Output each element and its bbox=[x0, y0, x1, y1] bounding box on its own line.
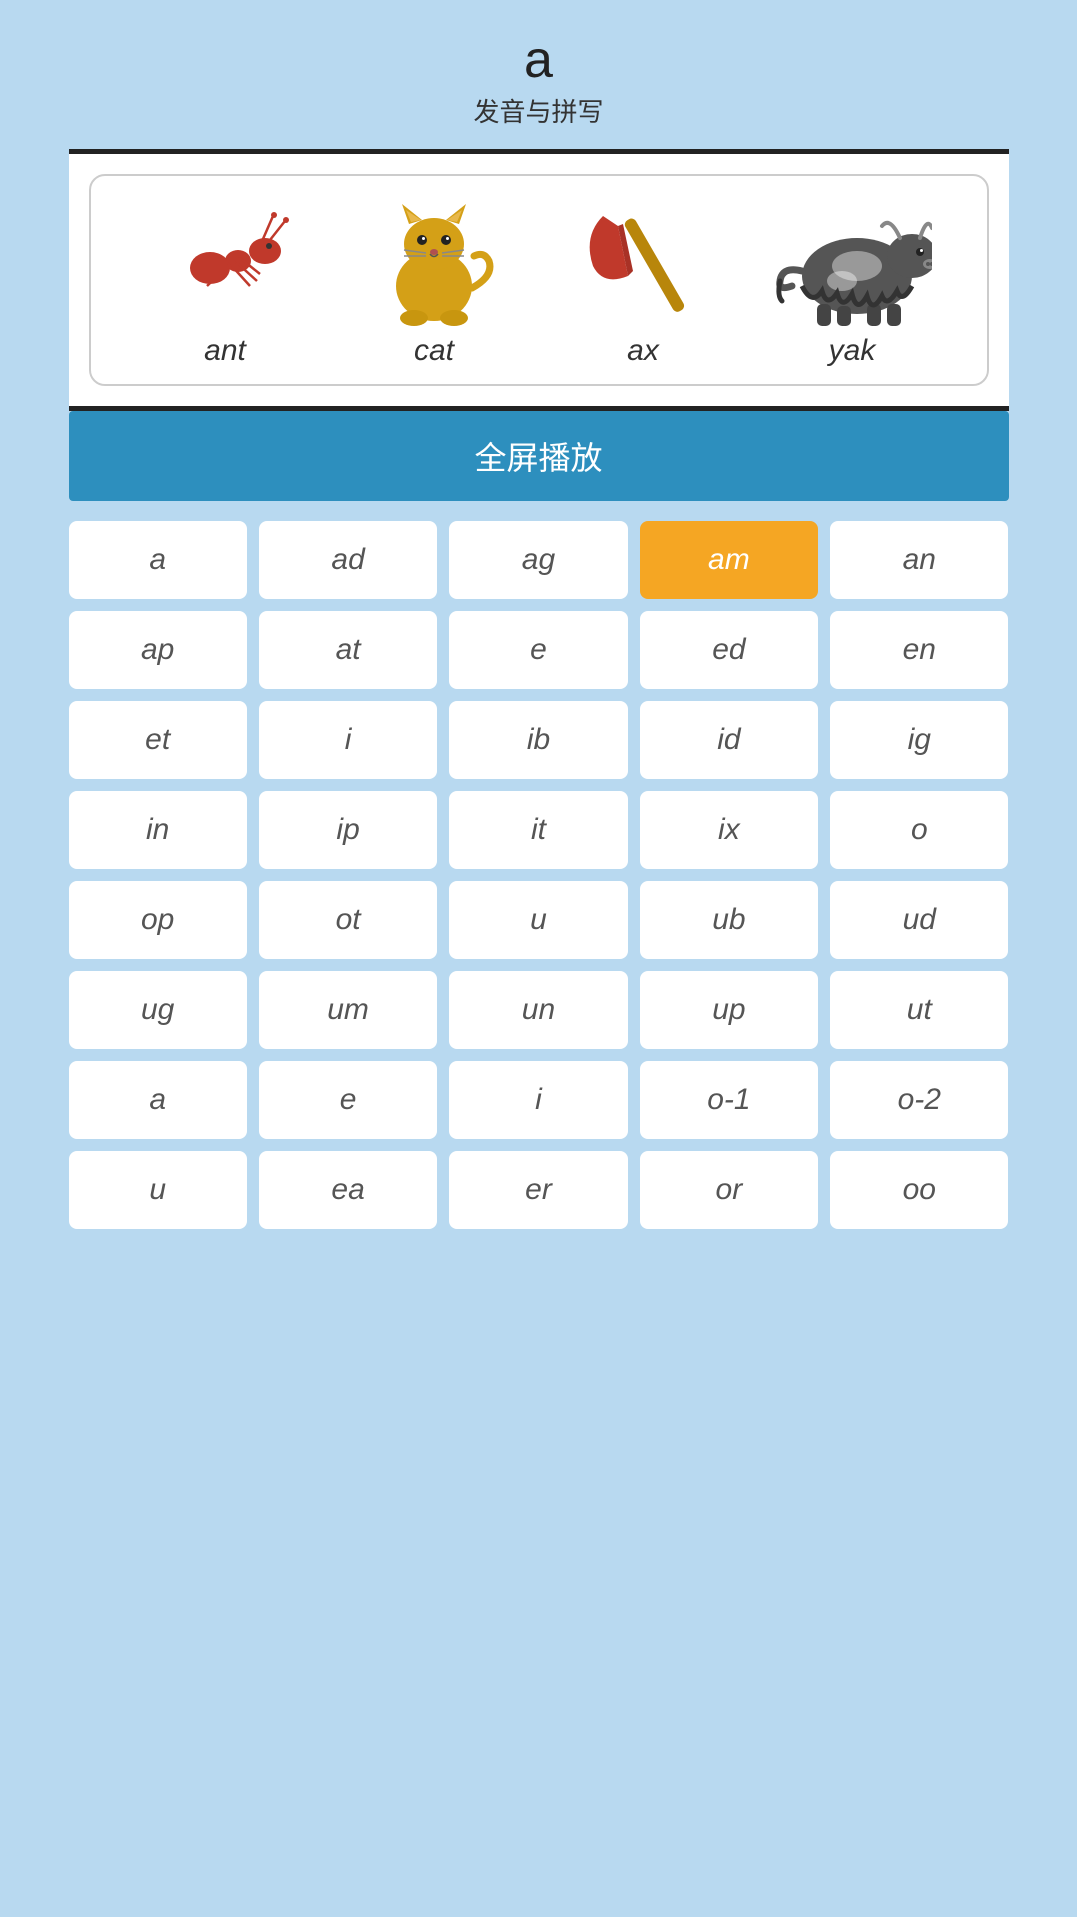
word-label-ax: ax bbox=[627, 334, 659, 368]
word-label-cat: cat bbox=[414, 334, 454, 368]
grid-btn-ap[interactable]: ap bbox=[69, 611, 247, 689]
grid-btn-o_2[interactable]: o-2 bbox=[830, 1061, 1008, 1139]
grid-btn-ig[interactable]: ig bbox=[830, 701, 1008, 779]
grid-btn-op[interactable]: op bbox=[69, 881, 247, 959]
phonics-grid: aadagamanapateedenetiibidiginipitixoopot… bbox=[69, 521, 1009, 1249]
grid-btn-ud[interactable]: ud bbox=[830, 881, 1008, 959]
word-item-yak: yak bbox=[772, 196, 932, 368]
grid-btn-e[interactable]: e bbox=[449, 611, 627, 689]
word-item-ant: ant bbox=[145, 196, 305, 368]
grid-btn-e[interactable]: e bbox=[259, 1061, 437, 1139]
grid-btn-ix[interactable]: ix bbox=[640, 791, 818, 869]
grid-btn-a[interactable]: a bbox=[69, 1061, 247, 1139]
image-card: ant bbox=[89, 174, 989, 386]
image-card-container: ant bbox=[69, 149, 1009, 411]
cat-image bbox=[354, 196, 514, 326]
grid-btn-ag[interactable]: ag bbox=[449, 521, 627, 599]
grid-btn-it[interactable]: it bbox=[449, 791, 627, 869]
grid-btn-o_1[interactable]: o-1 bbox=[640, 1061, 818, 1139]
grid-btn-up[interactable]: up bbox=[640, 971, 818, 1049]
grid-btn-ub[interactable]: ub bbox=[640, 881, 818, 959]
grid-btn-o[interactable]: o bbox=[830, 791, 1008, 869]
grid-btn-ut[interactable]: ut bbox=[830, 971, 1008, 1049]
grid-btn-ot[interactable]: ot bbox=[259, 881, 437, 959]
word-label-ant: ant bbox=[204, 334, 246, 368]
grid-btn-u[interactable]: u bbox=[449, 881, 627, 959]
grid-btn-ib[interactable]: ib bbox=[449, 701, 627, 779]
fullscreen-button[interactable]: 全屏播放 bbox=[69, 411, 1009, 501]
grid-btn-et[interactable]: et bbox=[69, 701, 247, 779]
grid-btn-at[interactable]: at bbox=[259, 611, 437, 689]
yak-image bbox=[772, 196, 932, 326]
grid-btn-un[interactable]: un bbox=[449, 971, 627, 1049]
grid-btn-en[interactable]: en bbox=[830, 611, 1008, 689]
grid-btn-i[interactable]: i bbox=[449, 1061, 627, 1139]
grid-btn-i[interactable]: i bbox=[259, 701, 437, 779]
grid-btn-ad[interactable]: ad bbox=[259, 521, 437, 599]
grid-btn-um[interactable]: um bbox=[259, 971, 437, 1049]
ant-image bbox=[145, 196, 305, 326]
grid-btn-or[interactable]: or bbox=[640, 1151, 818, 1229]
word-item-cat: cat bbox=[354, 196, 514, 368]
grid-btn-in[interactable]: in bbox=[69, 791, 247, 869]
grid-btn-oo[interactable]: oo bbox=[830, 1151, 1008, 1229]
page-subtitle: 发音与拼写 bbox=[473, 92, 603, 129]
grid-btn-ug[interactable]: ug bbox=[69, 971, 247, 1049]
grid-btn-ea[interactable]: ea bbox=[259, 1151, 437, 1229]
word-label-yak: yak bbox=[829, 334, 876, 368]
grid-btn-an[interactable]: an bbox=[830, 521, 1008, 599]
word-item-ax: ax bbox=[563, 196, 723, 368]
page-title: a bbox=[524, 30, 553, 90]
grid-btn-ed[interactable]: ed bbox=[640, 611, 818, 689]
grid-btn-id[interactable]: id bbox=[640, 701, 818, 779]
grid-btn-a[interactable]: a bbox=[69, 521, 247, 599]
grid-btn-u[interactable]: u bbox=[69, 1151, 247, 1229]
grid-btn-am[interactable]: am bbox=[640, 521, 818, 599]
grid-btn-er[interactable]: er bbox=[449, 1151, 627, 1229]
grid-btn-ip[interactable]: ip bbox=[259, 791, 437, 869]
ax-image bbox=[563, 196, 723, 326]
